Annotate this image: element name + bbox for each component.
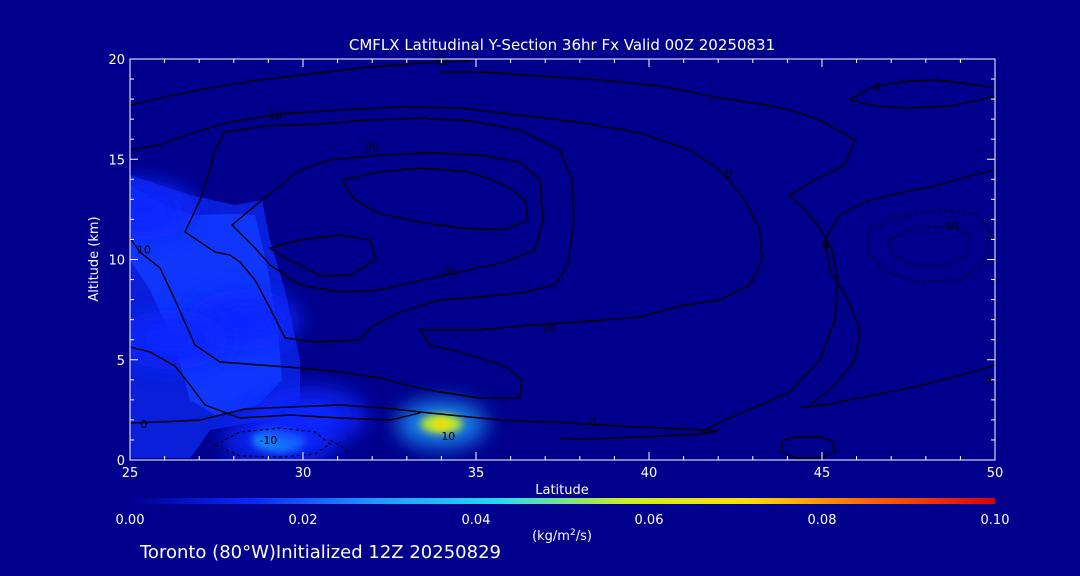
y-tick-label: 5 (117, 354, 125, 369)
y-tick-label: 10 (108, 254, 125, 269)
x-tick-label: 40 (641, 466, 658, 481)
contour-label: 10 (137, 243, 151, 256)
contour-line (781, 436, 836, 459)
flux-blob (144, 327, 199, 352)
y-tick-label: 20 (108, 53, 125, 68)
flux-blob-peak (434, 418, 449, 429)
colorbar-units-label: (kg/m2/s) (532, 528, 592, 544)
x-tick-label: 50 (987, 466, 1004, 481)
contour-line (867, 209, 991, 283)
colorbar-tick-label: 0.06 (635, 513, 664, 528)
flux-blob (130, 197, 167, 222)
colorbar-gradient (130, 498, 995, 504)
contour-label: 0 (874, 81, 881, 94)
colorbar: 0.00 0.02 0.04 0.06 0.08 0.10 (116, 498, 1010, 528)
y-tick-label: 15 (108, 153, 125, 168)
chart-svg: CMFLX Latitudinal Y-Section 36hr Fx Vali… (87, 36, 1010, 544)
y-tick-label: 0 (117, 454, 125, 469)
contour-label: 10 (268, 109, 282, 122)
contour-label: -10 (941, 219, 959, 232)
contour-label: 0 (725, 167, 732, 180)
x-axis-label: Latitude (535, 483, 589, 498)
contour-label: -10 (259, 434, 277, 447)
contour-label: 0 (590, 416, 597, 429)
contour-label: 0 (140, 418, 147, 431)
contour-label: 20 (365, 141, 379, 154)
chart-root: CMFLX Latitudinal Y-Section 36hr Fx Vali… (0, 0, 1080, 576)
contour-label: 0 (985, 374, 992, 387)
y-axis-label: Altitude (km) (87, 216, 102, 301)
chart-title: CMFLX Latitudinal Y-Section 36hr Fx Vali… (349, 36, 775, 54)
x-tick-label: 35 (468, 466, 485, 481)
colorbar-tick-label: 0.02 (289, 513, 318, 528)
contour-label: 10 (542, 322, 556, 335)
contour-line (440, 71, 856, 433)
contour-line (849, 79, 995, 101)
footer-caption: Toronto (80°W)Initialized 12Z 20250829 (140, 542, 501, 563)
colorbar-tick-label: 0.08 (808, 513, 837, 528)
contour-label: 20 (441, 266, 455, 279)
contour-line (799, 364, 995, 409)
colorbar-tick-label: 0.10 (981, 513, 1010, 528)
x-tick-label: 45 (814, 466, 831, 481)
contour-line (849, 95, 995, 109)
contour-label: 0 (822, 239, 829, 252)
colorbar-tick-label: 0.00 (116, 513, 145, 528)
colorbar-tick-label: 0.04 (462, 513, 491, 528)
x-tick-label: 30 (295, 466, 312, 481)
contour-line (130, 60, 471, 106)
flux-blob (217, 307, 271, 332)
contour-line (230, 152, 544, 293)
contour-label: 10 (441, 430, 455, 443)
contour-line (268, 234, 377, 277)
contour-line (340, 167, 529, 231)
